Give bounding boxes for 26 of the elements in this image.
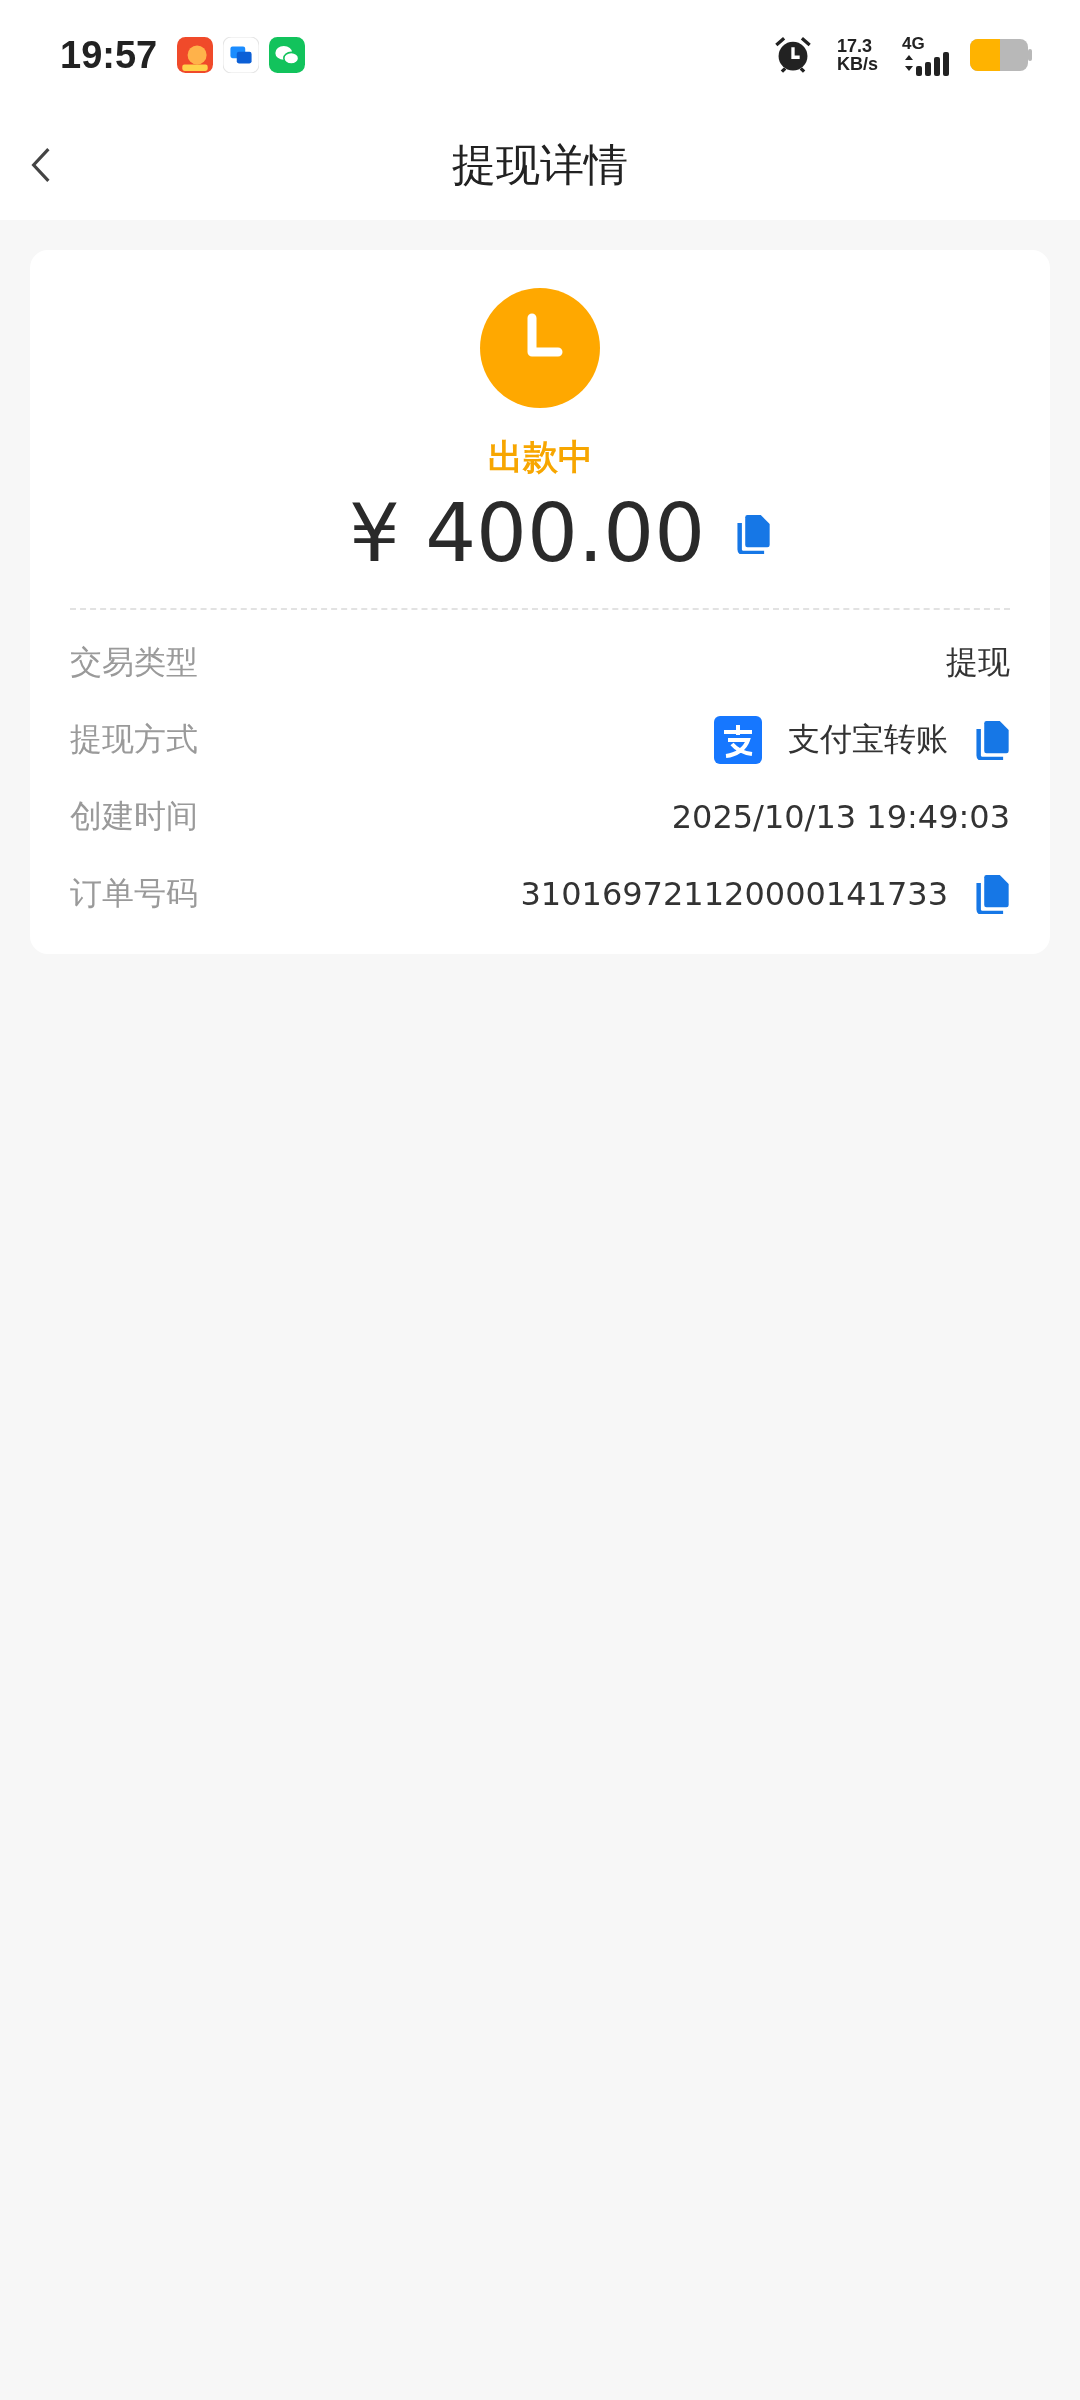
- network-type: 4G: [902, 34, 926, 52]
- speed-unit: KB/s: [837, 55, 878, 73]
- field-label: 交易类型: [70, 641, 198, 683]
- field-value: 310169721120000141733: [520, 874, 948, 913]
- alarm-icon: [773, 35, 813, 75]
- speed-value: 17.3: [837, 37, 874, 55]
- status-time: 19:57: [60, 33, 158, 77]
- chat-icon: [269, 37, 306, 73]
- status-text: 出款中: [487, 436, 593, 479]
- field-value: 提现: [946, 641, 1010, 683]
- signal-icon: [902, 51, 952, 76]
- field-label: 创建时间: [70, 795, 198, 837]
- battery-icon: [970, 39, 1032, 71]
- field-label: 提现方式: [70, 718, 198, 760]
- copy-icon[interactable]: [974, 873, 1010, 914]
- amount: ¥ 400.00: [348, 487, 706, 580]
- field-value: 2025/10/13 19:49:03: [671, 797, 1010, 836]
- page-title: 提现详情: [452, 137, 628, 192]
- app-icon: [177, 37, 214, 73]
- field-label: 订单号码: [70, 872, 198, 914]
- clock-icon: [480, 288, 600, 408]
- copy-icon[interactable]: [735, 513, 772, 554]
- chat-bubbles-icon: [223, 37, 260, 73]
- copy-icon[interactable]: [974, 719, 1010, 760]
- back-icon[interactable]: [30, 146, 52, 184]
- field-value: 支付宝转账: [788, 718, 948, 760]
